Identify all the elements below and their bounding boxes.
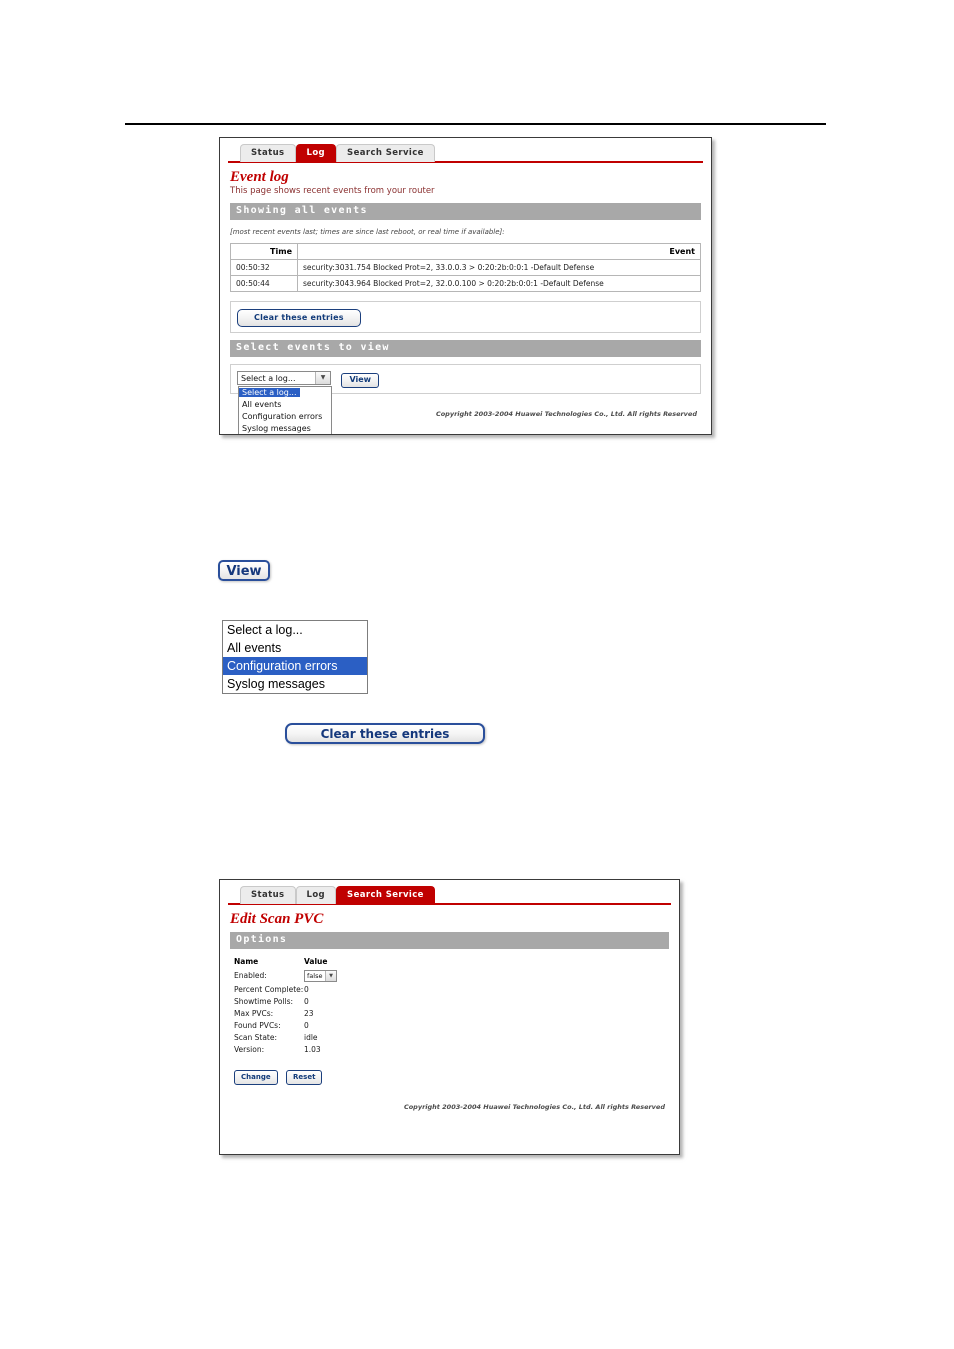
log-select-dropdown[interactable]: Select a log... All events Configuration… [238, 385, 332, 434]
option-label-version: Version: [234, 1045, 265, 1054]
page-header-rule [125, 123, 826, 125]
option-label-showtime-polls: Showtime Polls: [234, 997, 294, 1006]
tab-bar-edit-scan-pvc: Status Log Search Service [220, 880, 679, 904]
section-header-showing-all-events: Showing all events [230, 203, 701, 220]
chevron-down-icon[interactable]: ▼ [325, 971, 336, 981]
reset-button[interactable]: Reset [286, 1070, 323, 1085]
option-label-scan-state: Scan State: [234, 1033, 277, 1042]
tab-status[interactable]: Status [240, 886, 296, 904]
column-header-value: Value [304, 957, 328, 966]
callout-log-option-list[interactable]: Select a log... All events Configuration… [222, 620, 368, 694]
section-header-select-events-to-view: Select events to view [230, 340, 701, 357]
tab-log[interactable]: Log [295, 144, 337, 162]
log-select[interactable]: Select a log... ▼ Select a log... All ev… [237, 370, 332, 434]
tab-status[interactable]: Status [240, 144, 296, 162]
enabled-select-wrap: false ▼ [304, 970, 337, 982]
options-grid-header-row: Name Value [234, 956, 669, 968]
cell-event: security:3031.754 Blocked Prot=2, 33.0.0… [297, 259, 701, 276]
chevron-down-icon[interactable]: ▼ [315, 371, 330, 384]
callout-view-button[interactable]: View [218, 560, 270, 581]
screenshot-edit-scan-pvc: Status Log Search Service Edit Scan PVC Op… [219, 879, 680, 1155]
select-events-row: Select a log... ▼ Select a log... All ev… [230, 364, 701, 434]
option-label-max-pvcs: Max PVCs: [234, 1009, 274, 1018]
event-log-table: Time Event 00:50:32 security:3031.754 Bl… [230, 243, 701, 292]
option-value-showtime-polls: 0 [304, 997, 309, 1006]
table-row: 00:50:32 security:3031.754 Blocked Prot=… [230, 259, 701, 276]
callout-option-syslog-messages[interactable]: Syslog messages [223, 675, 367, 693]
option-row-max-pvcs: Max PVCs: 23 [234, 1008, 669, 1020]
dropdown-option-all-events[interactable]: All events [239, 400, 284, 409]
option-value-version: 1.03 [304, 1045, 321, 1054]
page-subtitle: This page shows recent events from your … [230, 186, 435, 196]
tab-search-service[interactable]: Search Service [336, 886, 435, 904]
column-header-time: Time [230, 243, 298, 260]
callout-option-all-events[interactable]: All events [223, 639, 367, 657]
enabled-select-value: false [307, 972, 323, 980]
log-note: [most recent events last; times are sinc… [230, 228, 505, 236]
copyright-text: Copyright 2003-2004 Huawei Technologies … [403, 1103, 665, 1111]
option-label-enabled: Enabled: [234, 971, 267, 980]
clear-button-row: Clear these entries [230, 301, 701, 333]
tab-bar-event-log: Status Log Search Service [220, 138, 711, 162]
clear-these-entries-button[interactable]: Clear these entries [237, 309, 361, 327]
option-label-percent-complete: Percent Complete: [234, 985, 304, 994]
table-row: 00:50:44 security:3043.964 Blocked Prot=… [230, 275, 701, 292]
view-button[interactable]: View [341, 373, 380, 388]
option-row-enabled: Enabled: false ▼ [234, 968, 669, 984]
option-value-max-pvcs: 23 [304, 1009, 314, 1018]
option-label-found-pvcs: Found PVCs: [234, 1021, 281, 1030]
change-button[interactable]: Change [234, 1070, 278, 1085]
option-value-percent-complete: 0 [304, 985, 309, 994]
cell-event: security:3043.964 Blocked Prot=2, 32.0.0… [297, 275, 701, 292]
callout-option-configuration-errors[interactable]: Configuration errors [223, 657, 367, 675]
option-row-found-pvcs: Found PVCs: 0 [234, 1020, 669, 1032]
dropdown-option-select-a-log[interactable]: Select a log... [239, 387, 300, 397]
page-title: Event log [230, 169, 289, 185]
tab-log[interactable]: Log [295, 886, 337, 904]
option-row-percent-complete: Percent Complete: 0 [234, 984, 669, 996]
callout-option-select-a-log[interactable]: Select a log... [223, 621, 367, 639]
form-actions: Change Reset [234, 1066, 669, 1085]
enabled-select[interactable]: false ▼ [304, 970, 337, 982]
option-row-showtime-polls: Showtime Polls: 0 [234, 996, 669, 1008]
option-row-scan-state: Scan State: idle [234, 1032, 669, 1044]
option-value-scan-state: idle [304, 1033, 318, 1042]
section-header-options: Options [230, 932, 669, 949]
log-select-value: Select a log... [241, 373, 296, 383]
dropdown-option-configuration-errors[interactable]: Configuration errors [239, 412, 325, 421]
column-header-event: Event [297, 243, 701, 260]
screenshot-event-log: Status Log Search Service Event log This p… [219, 137, 712, 435]
option-row-version: Version: 1.03 [234, 1044, 669, 1056]
cell-time: 00:50:44 [230, 275, 298, 292]
column-header-name: Name [234, 957, 259, 966]
option-value-found-pvcs: 0 [304, 1021, 309, 1030]
table-header-row: Time Event [230, 243, 701, 260]
options-grid: Name Value Enabled: false ▼ Percent Comp… [234, 956, 669, 1056]
callout-clear-these-entries-button[interactable]: Clear these entries [285, 723, 485, 744]
dropdown-option-syslog-messages[interactable]: Syslog messages [239, 424, 314, 433]
tab-search-service[interactable]: Search Service [336, 144, 435, 162]
cell-time: 00:50:32 [230, 259, 298, 276]
page-title: Edit Scan PVC [230, 911, 324, 927]
